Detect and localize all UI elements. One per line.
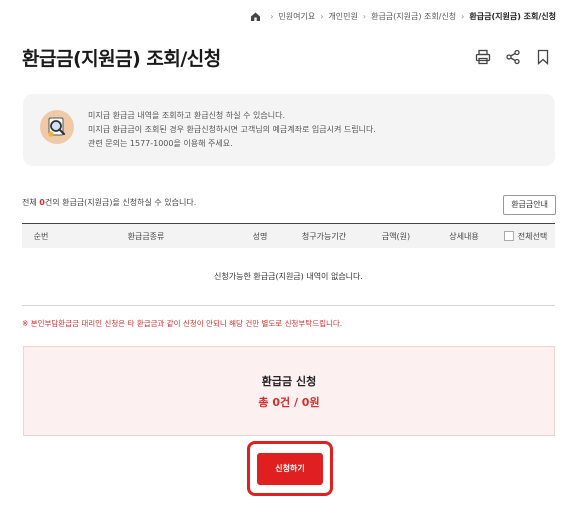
column-header: 환급금종류 <box>127 231 165 241</box>
column-header: 금액(원) <box>381 231 411 241</box>
apply-button[interactable]: 신청하기 <box>257 452 323 485</box>
info-line: 관련 문의는 1577-1000을 이용해 주세요. <box>88 139 233 148</box>
count-prefix: 전체 <box>22 198 40 207</box>
info-line: 미지급 환급금 내역을 조회하고 환급신청 하실 수 있습니다. <box>88 111 285 120</box>
title-actions <box>474 48 552 66</box>
refund-guide-button[interactable]: 환급금안내 <box>503 195 556 215</box>
breadcrumb-item[interactable]: 민원여기요 <box>278 11 315 22</box>
chevron-right-icon: › <box>320 12 324 21</box>
print-icon[interactable] <box>474 48 492 66</box>
chevron-right-icon: › <box>362 12 367 21</box>
summary-box: 환급금 신청 총 0건 / 0원 <box>23 346 555 436</box>
bookmark-icon[interactable] <box>534 48 552 66</box>
empty-message: 신청가능한 환급금(지원금) 내역이 없습니다. <box>214 272 363 281</box>
column-header: 순번 <box>33 231 49 241</box>
select-all-checkbox[interactable] <box>503 231 514 241</box>
info-box: 미지급 환급금 내역을 조회하고 환급신청 하실 수 있습니다. 미지급 환급금… <box>23 94 555 166</box>
info-text: 미지급 환급금 내역을 조회하고 환급신청 하실 수 있습니다. 미지급 환급금… <box>88 109 376 151</box>
select-all-label: 전체선택 <box>517 231 548 241</box>
magnifier-document-icon <box>40 110 74 144</box>
chevron-right-icon: › <box>270 12 274 21</box>
home-icon[interactable] <box>250 11 261 22</box>
column-header: 성명 <box>252 231 268 241</box>
breadcrumb-item[interactable]: 환급금(지원금) 조회/신청 <box>371 11 456 22</box>
breadcrumb-item[interactable]: 개인민원 <box>328 11 357 22</box>
breadcrumb-current: 환급금(지원금) 조회/신청 <box>469 12 556 21</box>
breadcrumb: › 민원여기요 › 개인민원 › 환급금(지원금) 조회/신청 › 환급금(지원… <box>250 11 556 22</box>
chevron-right-icon: › <box>461 12 465 21</box>
summary-title: 환급금 신청 <box>261 374 317 388</box>
info-line: 미지급 환급금이 조회된 경우 환급신청하시면 고객님의 예금계좌로 입금시켜 … <box>88 125 376 134</box>
page-title: 환급금(지원금) 조회/신청 <box>22 48 221 70</box>
select-all[interactable]: 전체선택 <box>496 231 555 242</box>
apply-button-highlight: 신청하기 <box>247 441 333 496</box>
table-empty-row: 신청가능한 환급금(지원금) 내역이 없습니다. <box>22 248 555 306</box>
column-header: 상세내용 <box>449 231 479 241</box>
column-header: 청구가능기간 <box>301 231 347 241</box>
refund-table-header: 순번 환급금종류 성명 청구가능기간 금액(원) 상세내용 전체선택 <box>22 223 555 248</box>
agent-notice: ※ 본인부담환급금 대리인 신청은 타 환급금과 같이 신청이 안되니 해당 건… <box>22 319 343 328</box>
count-suffix: 건의 환급금(지원금)을 신청하실 수 있습니다. <box>44 198 197 207</box>
summary-total: 총 0건 / 0원 <box>258 395 320 409</box>
refund-count-text: 전체 0건의 환급금(지원금)을 신청하실 수 있습니다. <box>22 197 196 208</box>
share-icon[interactable] <box>504 48 522 66</box>
